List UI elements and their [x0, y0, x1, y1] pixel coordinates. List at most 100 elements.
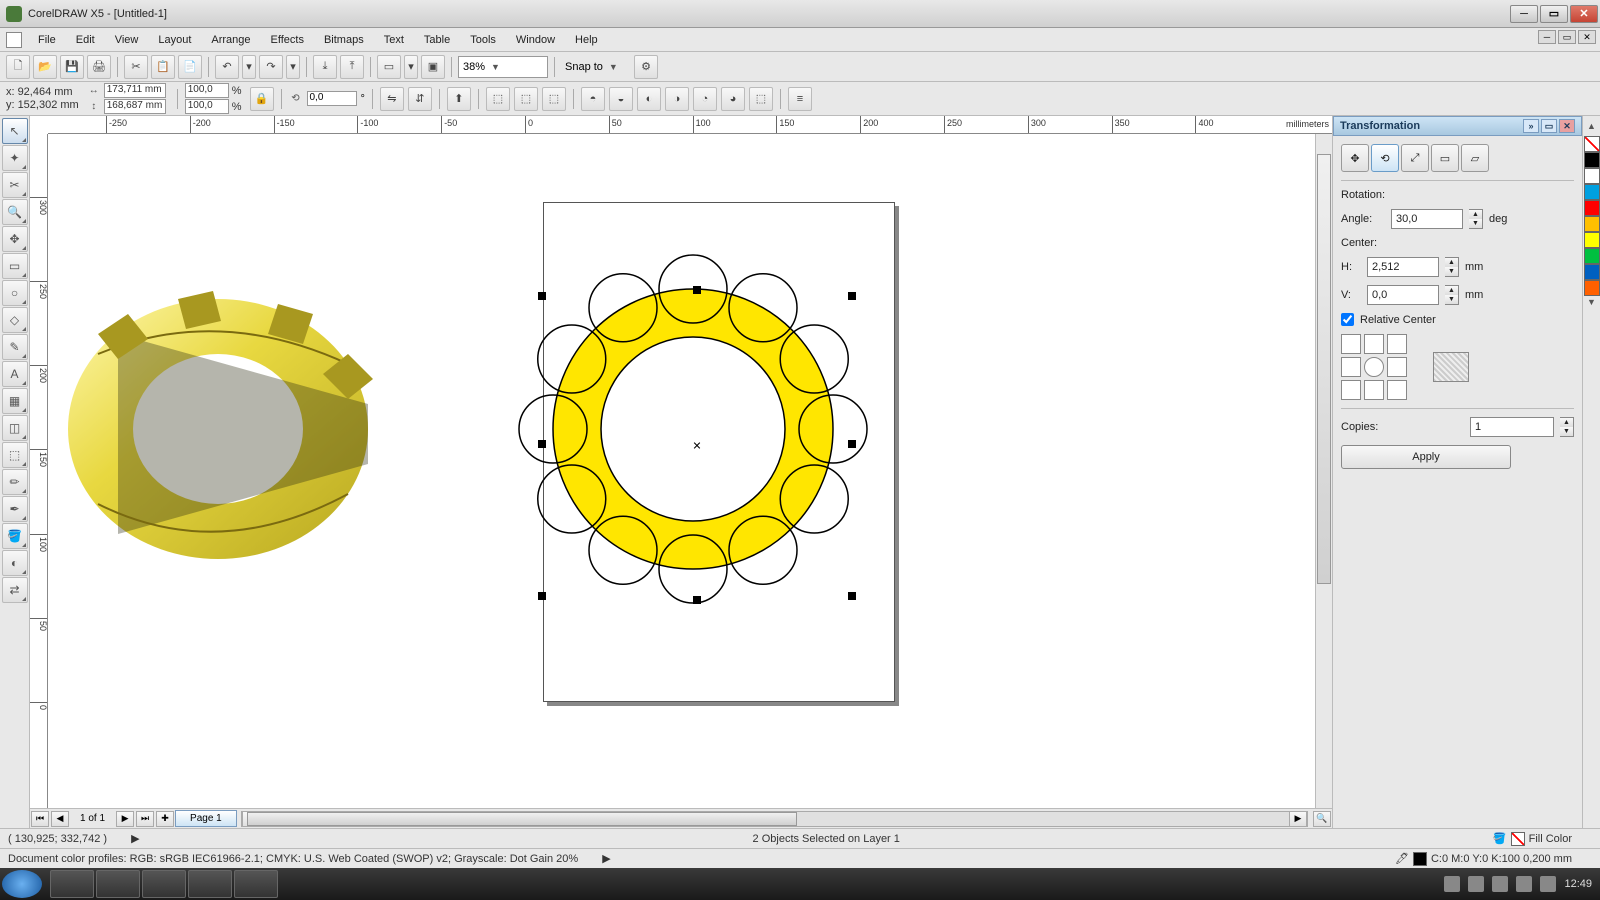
toolbox-tool-8[interactable]: ✎ [2, 334, 28, 360]
toolbox-tool-7[interactable]: ◇ [2, 307, 28, 333]
selection-handle-nw[interactable] [538, 292, 546, 300]
add-page[interactable]: ✚ [156, 811, 174, 827]
toolbox-tool-14[interactable]: ✒ [2, 496, 28, 522]
swatch[interactable] [1584, 200, 1600, 216]
toolbox-tool-4[interactable]: ✥ [2, 226, 28, 252]
center-v-input[interactable]: 0,0 [1367, 285, 1439, 305]
swatch[interactable] [1584, 232, 1600, 248]
menu-tools[interactable]: Tools [460, 31, 506, 49]
save-button[interactable]: 💾 [60, 55, 84, 79]
palette-up[interactable]: ▲ [1584, 121, 1600, 135]
redo-dropdown[interactable]: ▾ [286, 55, 300, 79]
scale-x-input[interactable]: 100,0 [185, 83, 229, 98]
center-v-spinner[interactable]: ▲▼ [1445, 285, 1459, 305]
menu-help[interactable]: Help [565, 31, 608, 49]
swatch[interactable] [1584, 152, 1600, 168]
mdi-restore[interactable]: ▭ [1558, 30, 1576, 44]
to-front-button[interactable]: ⬆ [447, 87, 471, 111]
mirror-v-button[interactable]: ⇵ [408, 87, 432, 111]
zoom-page-button[interactable]: 🔍 [1313, 811, 1331, 827]
tab-skew[interactable]: ▱ [1461, 144, 1489, 172]
app-launcher-button[interactable]: ▭ [377, 55, 401, 79]
swatch[interactable] [1584, 168, 1600, 184]
simplify-button[interactable]: ◑ [665, 87, 689, 111]
angle-input[interactable]: 0,0 [307, 91, 357, 106]
welcome-button[interactable]: ▣ [421, 55, 445, 79]
selection-handle-se[interactable] [848, 592, 856, 600]
ring-art[interactable] [508, 244, 888, 624]
selection-center[interactable]: ✕ [692, 440, 701, 453]
nav-next[interactable]: ▶ [116, 811, 134, 827]
task-coreldraw[interactable] [188, 870, 232, 898]
menu-edit[interactable]: Edit [66, 31, 105, 49]
toolbox-tool-9[interactable]: A [2, 361, 28, 387]
anchor-grid[interactable] [1341, 334, 1407, 400]
toolbox-tool-13[interactable]: ✏ [2, 469, 28, 495]
undo-button[interactable]: ↶ [215, 55, 239, 79]
angle-spinner[interactable]: ▲▼ [1469, 209, 1483, 229]
selection-handle-w[interactable] [538, 440, 546, 448]
nav-last[interactable]: ⏭ [136, 811, 154, 827]
tray-icon[interactable] [1492, 876, 1508, 892]
copies-spinner[interactable]: ▲▼ [1560, 417, 1574, 437]
toolbox-tool-11[interactable]: ◫ [2, 415, 28, 441]
print-button[interactable]: 🖨 [87, 55, 111, 79]
redo-button[interactable]: ↷ [259, 55, 283, 79]
front-minus-back-button[interactable]: ◔ [693, 87, 717, 111]
selection-handle-s[interactable] [693, 596, 701, 604]
nav-prev[interactable]: ◀ [51, 811, 69, 827]
align-button[interactable]: ≡ [788, 87, 812, 111]
ungroup-all-button[interactable]: ⬚ [542, 87, 566, 111]
options-button[interactable]: ⚙ [634, 55, 658, 79]
undo-dropdown[interactable]: ▾ [242, 55, 256, 79]
docker-menu[interactable]: ▭ [1541, 119, 1557, 133]
docker-collapse[interactable]: » [1523, 119, 1539, 133]
menu-effects[interactable]: Effects [261, 31, 314, 49]
start-button[interactable] [2, 870, 42, 898]
menu-arrange[interactable]: Arrange [201, 31, 260, 49]
angle-input[interactable]: 30,0 [1391, 209, 1463, 229]
close-button[interactable]: ✕ [1570, 5, 1598, 23]
task-explorer[interactable] [50, 870, 94, 898]
toolbox-tool-1[interactable]: ✦ [2, 145, 28, 171]
task-firefox[interactable] [142, 870, 186, 898]
back-minus-front-button[interactable]: ◕ [721, 87, 745, 111]
maximize-button[interactable]: ▭ [1540, 5, 1568, 23]
tray-icon[interactable] [1444, 876, 1460, 892]
palette-down[interactable]: ▼ [1584, 297, 1600, 311]
tray-icon[interactable] [1468, 876, 1484, 892]
intersect-button[interactable]: ◐ [637, 87, 661, 111]
width-input[interactable]: 173,711 mm [104, 83, 166, 98]
tab-position[interactable]: ✥ [1341, 144, 1369, 172]
swatch[interactable] [1584, 184, 1600, 200]
weld-button[interactable]: ◓ [581, 87, 605, 111]
toolbox-tool-15[interactable]: 🪣 [2, 523, 28, 549]
swatch[interactable] [1584, 248, 1600, 264]
task-word[interactable] [234, 870, 278, 898]
vertical-scrollbar[interactable] [1315, 134, 1332, 808]
fill-swatch[interactable] [1511, 832, 1525, 846]
tab-scale[interactable]: ⤢ [1401, 144, 1429, 172]
tray-icon[interactable] [1516, 876, 1532, 892]
selection-handle-n[interactable] [693, 286, 701, 294]
docker-header[interactable]: Transformation » ▭ ✕ [1333, 116, 1582, 136]
nav-first[interactable]: ⏮ [31, 811, 49, 827]
scale-y-input[interactable]: 100,0 [185, 99, 229, 114]
clock[interactable]: 12:49 [1564, 878, 1592, 890]
gear-3d-art[interactable] [58, 264, 408, 594]
swatch[interactable] [1584, 264, 1600, 280]
import-button[interactable]: ⤓ [313, 55, 337, 79]
tray-icon[interactable] [1540, 876, 1556, 892]
minimize-button[interactable]: ─ [1510, 5, 1538, 23]
copy-button[interactable]: 📋 [151, 55, 175, 79]
toolbox-tool-12[interactable]: ⬚ [2, 442, 28, 468]
menu-table[interactable]: Table [414, 31, 460, 49]
menu-bitmaps[interactable]: Bitmaps [314, 31, 374, 49]
toolbox-tool-6[interactable]: ○ [2, 280, 28, 306]
swatch[interactable] [1584, 280, 1600, 296]
open-button[interactable]: 📂 [33, 55, 57, 79]
center-h-input[interactable]: 2,512 [1367, 257, 1439, 277]
swatch-none[interactable] [1584, 136, 1600, 152]
mdi-minimize[interactable]: ─ [1538, 30, 1556, 44]
copies-input[interactable]: 1 [1470, 417, 1554, 437]
